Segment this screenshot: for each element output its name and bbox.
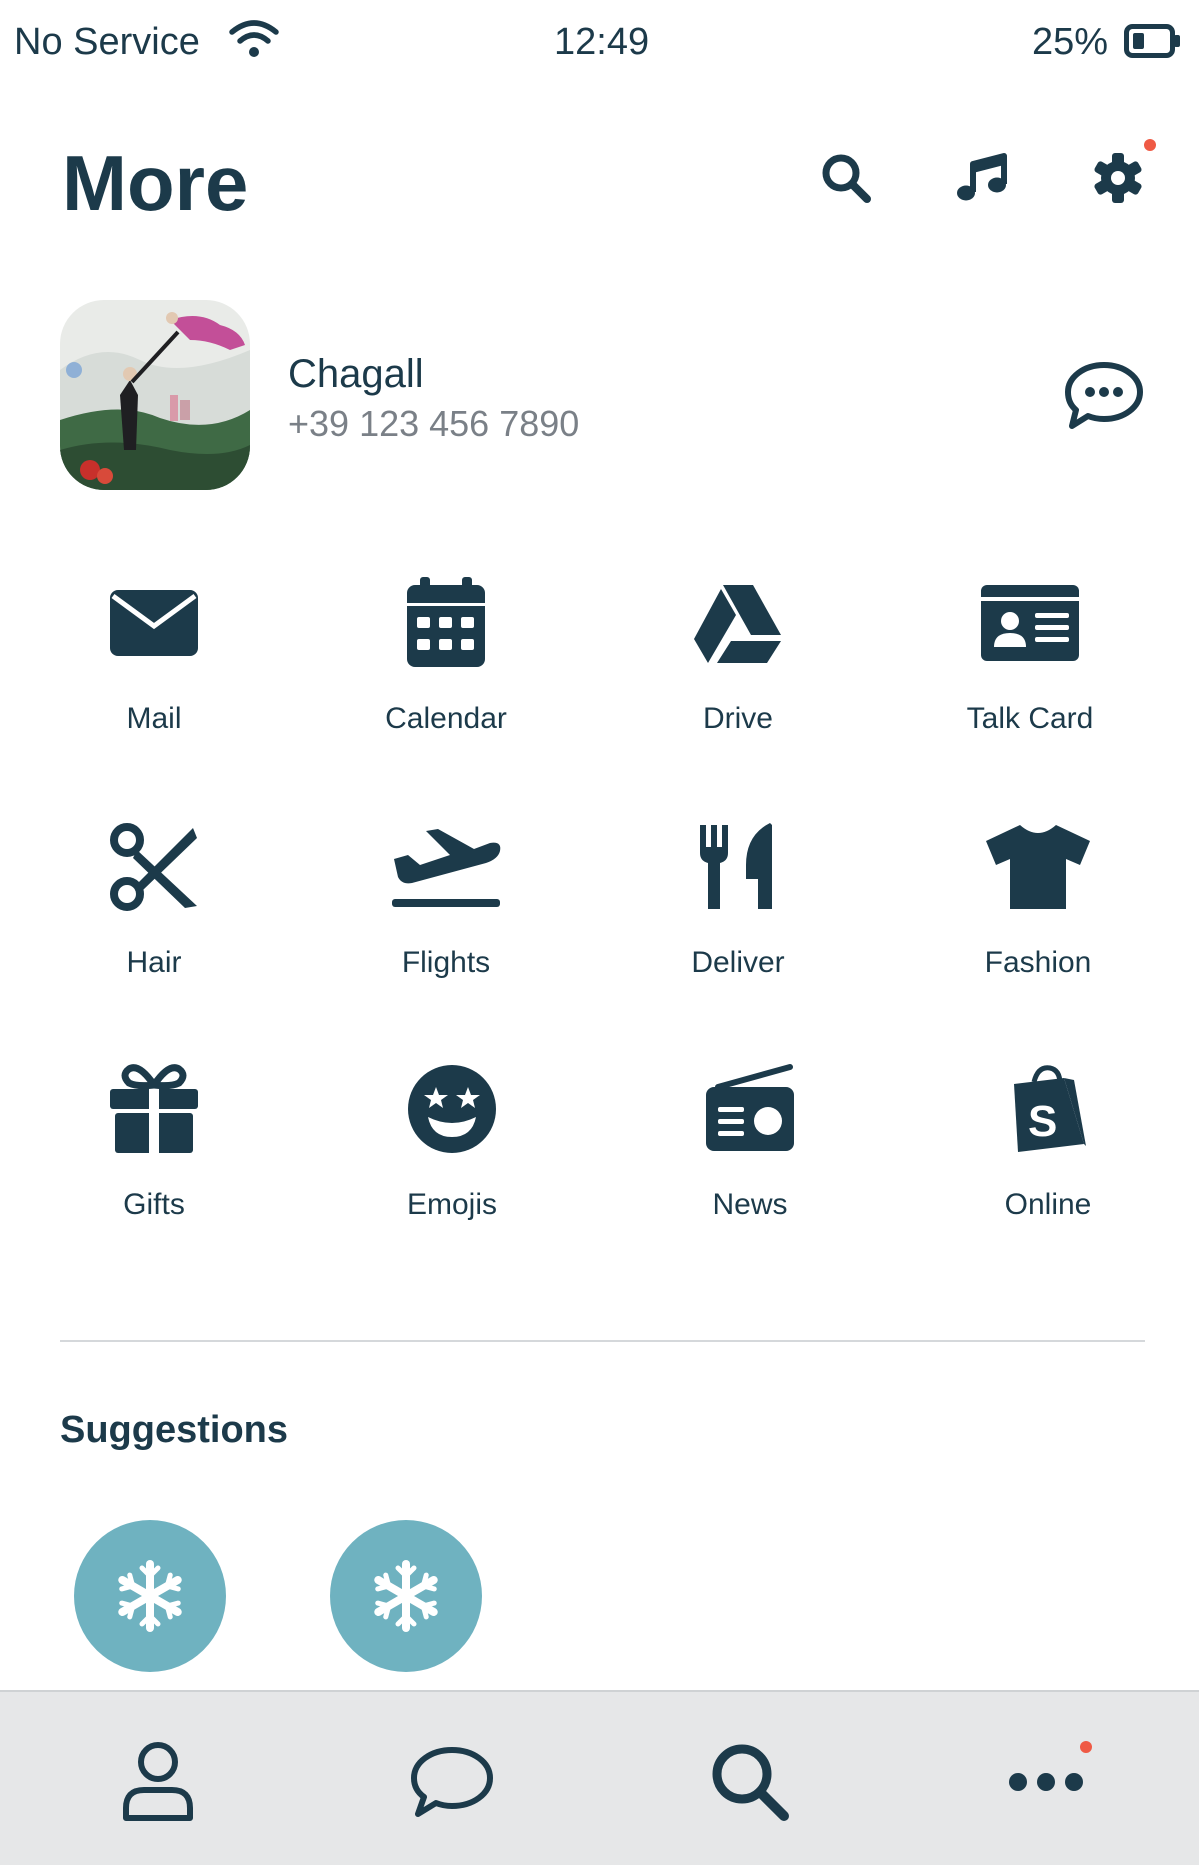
svg-text:S: S bbox=[1028, 1097, 1057, 1146]
app-mail[interactable]: Mail bbox=[34, 568, 274, 768]
music-note-icon bbox=[957, 153, 1007, 201]
app-label: Talk Card bbox=[966, 702, 1094, 735]
app-drive[interactable]: Drive bbox=[618, 568, 858, 768]
app-deliver[interactable]: Deliver bbox=[618, 812, 858, 1012]
app-label: Online bbox=[1004, 1188, 1092, 1221]
suggestion-item[interactable] bbox=[74, 1520, 226, 1672]
suggestions-title: Suggestions bbox=[60, 1409, 289, 1451]
app-label: Flights bbox=[401, 946, 491, 979]
plane-icon bbox=[386, 812, 506, 922]
drive-icon bbox=[678, 568, 798, 678]
app-label: Gifts bbox=[123, 1188, 185, 1221]
nav-more[interactable] bbox=[986, 1722, 1106, 1842]
nav-contacts[interactable] bbox=[98, 1722, 218, 1842]
gift-icon bbox=[94, 1054, 214, 1164]
nav-chats[interactable] bbox=[392, 1722, 512, 1842]
radio-icon bbox=[690, 1054, 810, 1164]
suggestion-item[interactable] bbox=[330, 1520, 482, 1672]
person-icon bbox=[123, 1742, 193, 1821]
app-flights[interactable]: Flights bbox=[326, 812, 566, 1012]
profile-name: Chagall bbox=[288, 352, 424, 396]
more-notification-dot bbox=[1080, 1741, 1092, 1753]
chat-bubble-dots-icon bbox=[1065, 362, 1143, 429]
app-talk-card[interactable]: Talk Card bbox=[910, 568, 1150, 768]
battery-percent: 25% bbox=[1032, 21, 1109, 63]
app-online[interactable]: S Online bbox=[928, 1054, 1168, 1254]
search-icon bbox=[712, 1744, 789, 1821]
app-label: Hair bbox=[126, 946, 182, 979]
wifi-icon bbox=[228, 16, 280, 65]
app-label: Drive bbox=[702, 702, 773, 735]
app-label: Fashion bbox=[984, 946, 1092, 979]
chat-bubble-icon bbox=[411, 1747, 493, 1817]
tshirt-icon bbox=[978, 812, 1098, 922]
utensils-icon bbox=[678, 812, 798, 922]
app-label: Emojis bbox=[406, 1188, 497, 1221]
app-calendar[interactable]: Calendar bbox=[326, 568, 566, 768]
profile-phone: +39 123 456 7890 bbox=[288, 403, 580, 444]
envelope-icon bbox=[94, 568, 214, 678]
battery-icon bbox=[1124, 24, 1182, 63]
settings-notification-dot bbox=[1144, 139, 1156, 151]
id-card-icon bbox=[970, 568, 1090, 678]
app-gifts[interactable]: Gifts bbox=[34, 1054, 274, 1254]
avatar[interactable] bbox=[60, 300, 250, 490]
carrier-label: No Service bbox=[14, 21, 200, 63]
app-label: Mail bbox=[126, 702, 182, 735]
nav-search[interactable] bbox=[690, 1722, 810, 1842]
app-news[interactable]: News bbox=[630, 1054, 870, 1254]
app-label: News bbox=[712, 1188, 788, 1221]
search-icon bbox=[822, 154, 871, 203]
star-struck-emoji-icon bbox=[392, 1054, 512, 1164]
search-button[interactable] bbox=[806, 138, 886, 218]
shopify-bag-icon: S bbox=[988, 1054, 1108, 1164]
music-button[interactable] bbox=[942, 138, 1022, 218]
scissors-icon bbox=[94, 812, 214, 922]
app-label: Calendar bbox=[385, 702, 507, 735]
app-label: Deliver bbox=[691, 946, 785, 979]
message-button[interactable] bbox=[1062, 354, 1146, 438]
gear-icon bbox=[1094, 153, 1142, 203]
app-hair[interactable]: Hair bbox=[34, 812, 274, 1012]
snowflake-icon bbox=[118, 1560, 182, 1632]
app-fashion[interactable]: Fashion bbox=[918, 812, 1158, 1012]
divider bbox=[60, 1340, 1145, 1342]
snowflake-icon bbox=[374, 1560, 438, 1632]
clock-time: 12:49 bbox=[554, 21, 650, 63]
more-dots-icon bbox=[1009, 1773, 1083, 1791]
calendar-icon bbox=[386, 568, 506, 678]
page-title: More bbox=[62, 139, 249, 227]
app-emojis[interactable]: Emojis bbox=[332, 1054, 572, 1254]
